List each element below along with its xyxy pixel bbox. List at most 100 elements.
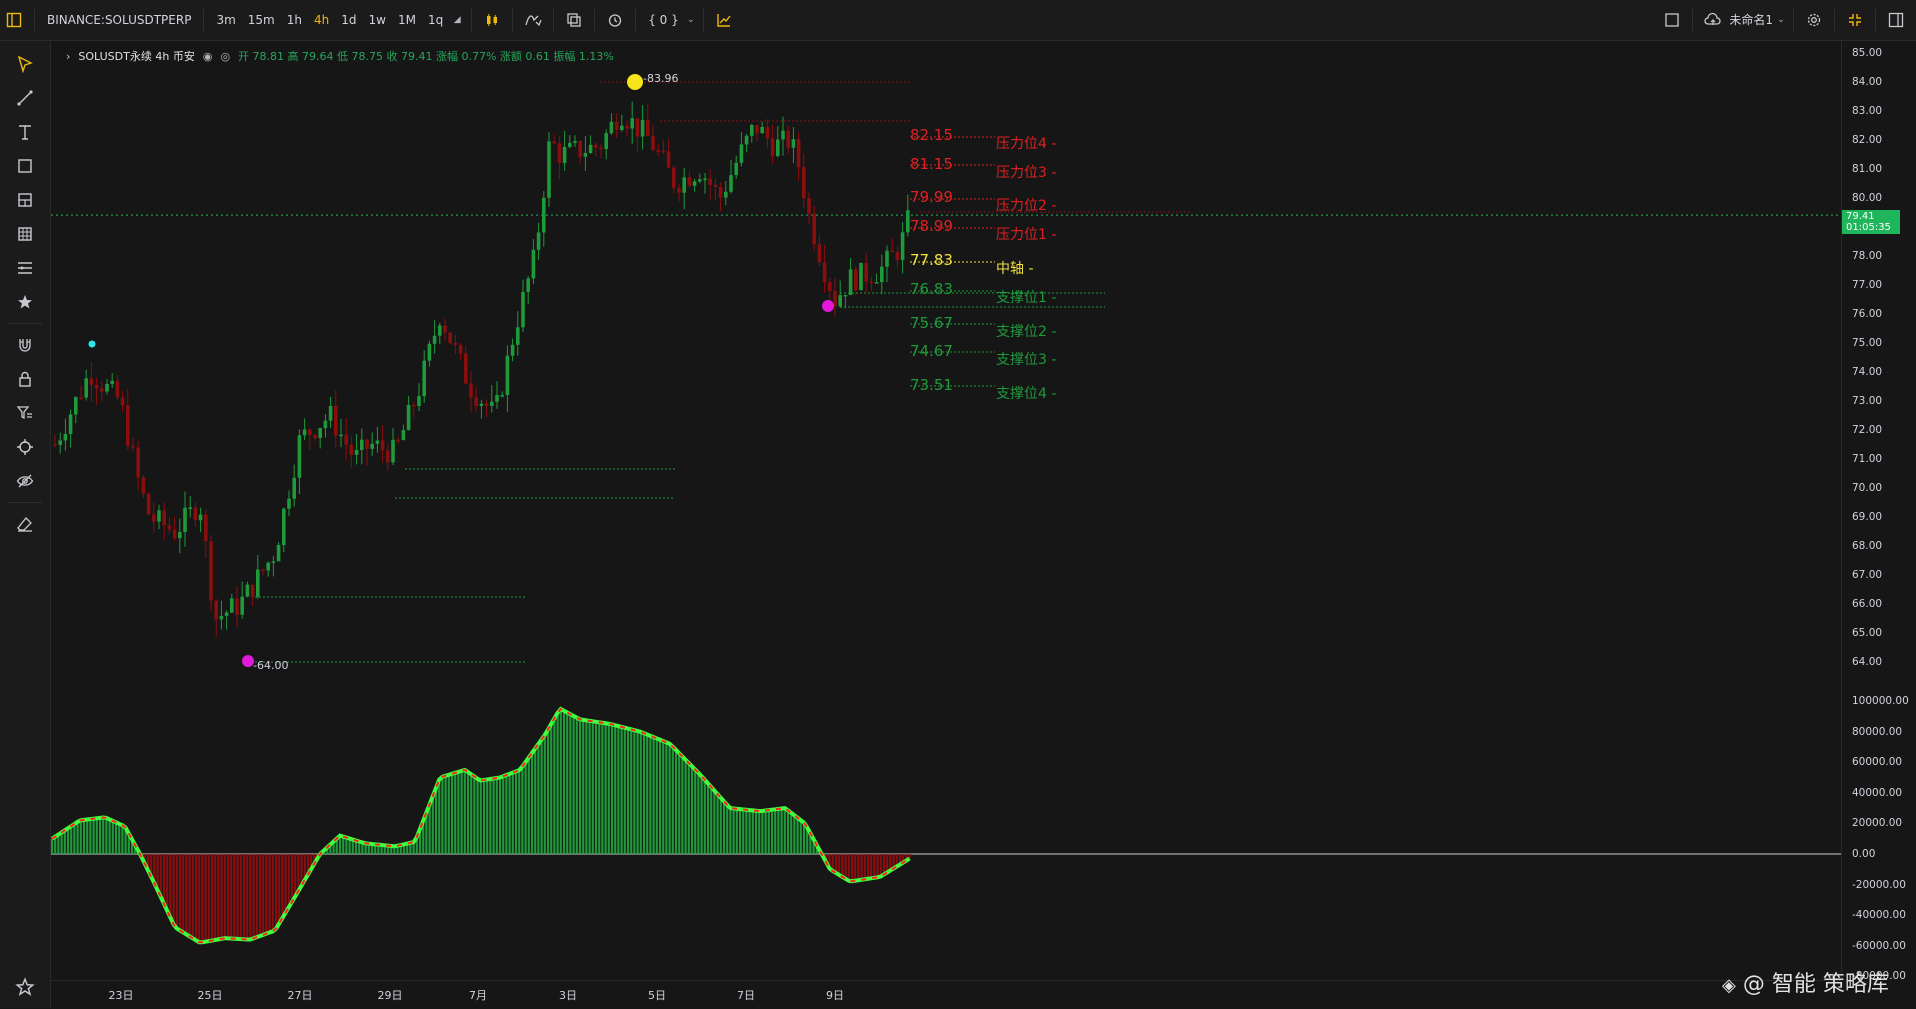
- histogram-bar: [460, 770, 463, 854]
- histogram-bar: [626, 728, 630, 854]
- histogram-bar: [745, 809, 748, 854]
- trade-chart-icon[interactable]: [710, 0, 738, 40]
- filter-icon[interactable]: [0, 396, 50, 430]
- interval-dropdown-icon[interactable]: ◢: [449, 0, 465, 40]
- symbol-selector[interactable]: BINANCE:SOLUSDTPERP: [41, 0, 197, 40]
- candle-body: [391, 439, 395, 463]
- price-axis[interactable]: 85.0084.0083.0082.0081.0080.0079.0078.00…: [1841, 41, 1916, 982]
- histogram-bar: [655, 738, 658, 854]
- collapse-icon[interactable]: [1841, 0, 1869, 40]
- histogram-bar: [841, 854, 844, 877]
- interval-1d[interactable]: 1d: [335, 0, 362, 40]
- level-value: 76.83: [910, 280, 953, 298]
- favorites-star-icon[interactable]: [0, 285, 50, 319]
- candle-style-icon[interactable]: [478, 0, 506, 40]
- histogram-bar: [764, 810, 767, 854]
- price-tick: 65.00: [1852, 627, 1883, 639]
- candle-body: [271, 561, 276, 563]
- trend-line-icon[interactable]: [0, 81, 50, 115]
- interval-1q[interactable]: 1q: [422, 0, 449, 40]
- histogram-bar: [780, 808, 783, 854]
- interval-4h[interactable]: 4h: [308, 0, 335, 40]
- histogram-bar: [550, 723, 553, 854]
- histogram-bar: [198, 854, 201, 943]
- candle-body: [198, 514, 203, 521]
- watchlist-star-icon[interactable]: [0, 970, 50, 1004]
- indicators-icon[interactable]: [519, 0, 547, 40]
- interval-1w[interactable]: 1w: [363, 0, 392, 40]
- candle-body: [464, 353, 468, 384]
- candle-body: [193, 507, 198, 521]
- crosshair-icon[interactable]: [0, 430, 50, 464]
- candle-body: [698, 179, 702, 182]
- candle-body: [625, 125, 629, 129]
- interval-1M[interactable]: 1M: [392, 0, 422, 40]
- compare-icon[interactable]: [560, 0, 588, 40]
- candle-body: [724, 191, 728, 198]
- eraser-icon[interactable]: [0, 507, 50, 541]
- text-tool-icon[interactable]: [0, 115, 50, 149]
- chart-pane[interactable]: [50, 41, 1841, 980]
- sidebar-toggle-icon[interactable]: [0, 0, 28, 40]
- histogram-bar: [876, 854, 879, 878]
- legend-collapse-icon[interactable]: ›: [66, 50, 70, 63]
- interval-1h[interactable]: 1h: [281, 0, 308, 40]
- settings-icon[interactable]: ◎: [220, 50, 230, 63]
- watermark: ◈ @ 智能 策略库: [1722, 966, 1889, 998]
- candle-body: [890, 250, 894, 253]
- divider: [34, 9, 35, 31]
- divider: [8, 323, 42, 324]
- high-marker-label: -83.96: [643, 72, 679, 85]
- cloud-save-icon[interactable]: [1699, 0, 1727, 40]
- drawing-toolbar: [0, 41, 51, 1008]
- grid-tool-icon[interactable]: [0, 217, 50, 251]
- last-price-tag: 79.41 01:05:35: [1842, 210, 1900, 234]
- histogram-bar: [447, 774, 450, 854]
- candle-body: [755, 124, 759, 134]
- divider: [512, 9, 514, 31]
- divider: [1875, 9, 1876, 31]
- candle-body: [474, 397, 478, 406]
- price-tick: 66.00: [1852, 598, 1883, 610]
- level-value: 74.67: [910, 342, 953, 360]
- hide-eye-icon[interactable]: [0, 464, 50, 498]
- histogram-bar: [255, 854, 258, 938]
- cursor-icon[interactable]: [0, 47, 50, 81]
- position-tool-icon[interactable]: [0, 183, 50, 217]
- histogram-bar: [345, 837, 348, 854]
- settings-gear-icon[interactable]: [1800, 0, 1828, 40]
- fullscreen-square-icon[interactable]: [1658, 0, 1686, 40]
- interval-3m[interactable]: 3m: [210, 0, 241, 40]
- histogram-bar: [162, 854, 166, 904]
- chevron-down-icon[interactable]: ⌄: [1775, 0, 1787, 40]
- histogram-bar: [342, 836, 345, 854]
- histogram-bar: [249, 854, 252, 940]
- chevron-down-icon[interactable]: ⌄: [685, 0, 697, 40]
- visibility-eye-icon[interactable]: ◉: [203, 50, 213, 63]
- histogram-bar: [242, 854, 246, 940]
- time-axis[interactable]: 23日 25日 27日 29日 7月 3日 5日 7日 9日: [51, 980, 1841, 1009]
- interval-15m[interactable]: 15m: [242, 0, 281, 40]
- right-panel-toggle-icon[interactable]: [1882, 0, 1910, 40]
- histogram-bar: [569, 714, 572, 854]
- histogram-bar: [681, 756, 684, 854]
- candle-body: [349, 444, 354, 455]
- script-selector[interactable]: { 0 }: [642, 0, 685, 40]
- divider: [1692, 9, 1694, 31]
- histogram-bar: [60, 832, 63, 854]
- histogram-bar: [476, 778, 479, 854]
- histogram-bar: [217, 854, 220, 940]
- histogram-bar: [838, 854, 841, 875]
- fib-levels-icon[interactable]: [0, 251, 50, 285]
- candle-body: [677, 188, 681, 193]
- lock-icon[interactable]: [0, 362, 50, 396]
- magnet-icon[interactable]: [0, 328, 50, 362]
- candle-body: [131, 445, 135, 448]
- layout-name[interactable]: 未命名1: [1727, 0, 1775, 40]
- alert-clock-icon[interactable]: [601, 0, 629, 40]
- candle-body: [209, 541, 213, 601]
- rectangle-tool-icon[interactable]: [0, 149, 50, 183]
- histogram-bar: [281, 854, 284, 919]
- candlestick-chart[interactable]: [50, 41, 1841, 980]
- candle-body: [386, 450, 390, 463]
